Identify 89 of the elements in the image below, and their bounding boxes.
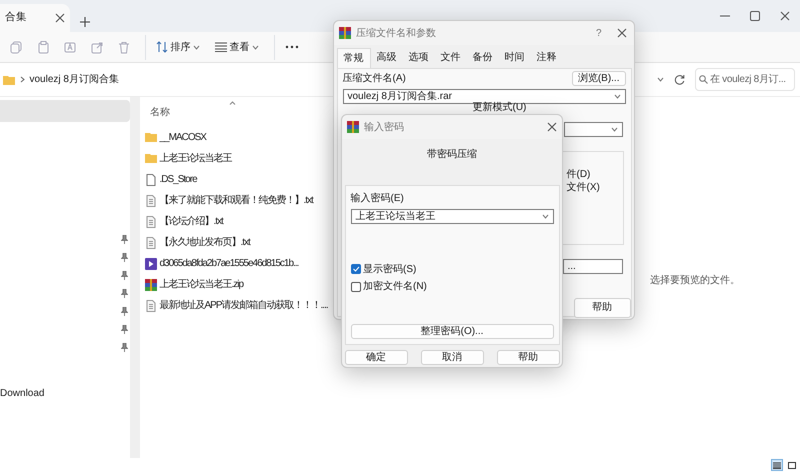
- dialog-tab[interactable]: 时间: [498, 48, 530, 68]
- close-icon[interactable]: [780, 11, 790, 21]
- search-field[interactable]: 在 voulezj 8月订...: [695, 68, 795, 91]
- caret-icon: [252, 44, 259, 50]
- checkbox[interactable]: 显示密码(S): [350, 262, 554, 276]
- dialog-button[interactable]: 帮助: [496, 350, 560, 365]
- preview-message: 选择要预览的文件。: [650, 274, 740, 288]
- password-combo[interactable]: 上老王论坛当老王: [350, 208, 554, 224]
- pin-icon[interactable]: [120, 271, 128, 280]
- field-label: 输入密码(E): [350, 192, 405, 206]
- dialog-tab[interactable]: 常规: [336, 48, 370, 68]
- dialog-tab[interactable]: 注释: [530, 48, 562, 68]
- column-header[interactable]: 名称: [150, 104, 170, 120]
- search-icon: [698, 75, 708, 84]
- dialog-tab[interactable]: 选项: [402, 48, 434, 68]
- file-name[interactable]: 最新地址及APP请发邮箱自动获取！！！....: [160, 298, 328, 313]
- help-button[interactable]: 帮助: [574, 298, 630, 318]
- text-file-icon: [145, 300, 157, 312]
- file-name[interactable]: .DS_Store: [160, 172, 197, 187]
- caret-icon: [614, 94, 620, 98]
- more-icon[interactable]: [285, 45, 299, 49]
- file-name[interactable]: d3065da8fda2b7ae1555e46d815c1b...: [160, 256, 298, 271]
- chevron-icon: [20, 76, 24, 83]
- chevron-down-icon[interactable]: [657, 77, 664, 82]
- dialog-heading: 带密码压缩: [426, 148, 478, 162]
- folder-icon: [145, 132, 157, 144]
- checkbox-label[interactable]: 文件(X): [566, 180, 600, 194]
- address-path[interactable]: voulezj 8月订阅合集: [30, 72, 119, 87]
- close-icon[interactable]: [616, 28, 626, 38]
- file-icon: [145, 174, 157, 186]
- file-name[interactable]: 上老王论坛当老王.zip: [160, 277, 244, 292]
- sort-label: 排序: [170, 40, 190, 54]
- text-file-icon: [145, 194, 157, 206]
- field-label: 压缩文件名(A): [342, 72, 406, 86]
- close-icon[interactable]: [55, 13, 65, 23]
- dialog-button[interactable]: 取消: [420, 350, 484, 365]
- caret-icon: [610, 126, 618, 132]
- help-button[interactable]: ?: [596, 26, 602, 40]
- sort-icon: [156, 41, 168, 53]
- caret-icon: [542, 214, 548, 218]
- view-label: 查看: [230, 40, 250, 54]
- video-file-icon: [145, 258, 157, 270]
- file-name[interactable]: 【永久地址发布页】.txt: [160, 235, 250, 250]
- refresh-icon[interactable]: [674, 74, 685, 85]
- maximize-icon[interactable]: [750, 11, 760, 21]
- archive-icon: [347, 121, 359, 133]
- new-tab-icon[interactable]: [80, 17, 90, 27]
- file-name[interactable]: 上老王论坛当老王: [160, 151, 232, 166]
- list-icon: [215, 42, 227, 52]
- text-file-icon: [145, 236, 157, 248]
- dialog-title: 输入密码: [364, 120, 405, 134]
- view-button[interactable]: 查看: [215, 40, 259, 54]
- field-label: 更新模式(U): [472, 102, 526, 112]
- caret-icon: [193, 44, 200, 50]
- pin-icon[interactable]: [120, 325, 128, 334]
- dialog-title: 压缩文件名和参数: [356, 26, 437, 40]
- archive-icon: [145, 278, 157, 290]
- file-name[interactable]: __MACOSX: [160, 130, 206, 145]
- file-name[interactable]: 【来了就能下载和观看！纯免费！】.txt: [160, 193, 313, 208]
- archive-icon: [339, 27, 351, 39]
- update-mode-combo[interactable]: [564, 122, 622, 136]
- text-file-icon: [145, 216, 157, 228]
- pin-icon[interactable]: [120, 289, 128, 298]
- dialog-tab[interactable]: 文件: [434, 48, 466, 68]
- organize-button[interactable]: 整理密码(O)...: [350, 324, 554, 339]
- pin-icon[interactable]: [120, 253, 128, 262]
- sidebar-item[interactable]: Download: [0, 386, 44, 401]
- sort-up-icon[interactable]: [229, 101, 236, 105]
- sort-button[interactable]: 排序: [156, 40, 200, 54]
- path-field[interactable]: ...: [562, 258, 622, 274]
- pin-icon[interactable]: [120, 307, 128, 316]
- tiles-view-button[interactable]: [786, 459, 798, 471]
- checkbox[interactable]: 加密文件名(N): [350, 279, 554, 294]
- tab-title: 合集: [5, 10, 27, 26]
- checkmark-icon: [352, 265, 360, 273]
- scrollbar[interactable]: [130, 97, 140, 458]
- folder-icon: [2, 74, 14, 84]
- file-name[interactable]: 【论坛介绍】.txt: [160, 214, 223, 229]
- dialog-button[interactable]: 确定: [344, 350, 408, 365]
- dialog-tab[interactable]: 备份: [466, 48, 498, 68]
- dialog-tab[interactable]: 高级: [370, 48, 402, 68]
- pin-icon[interactable]: [120, 343, 128, 352]
- folder-icon: [145, 152, 157, 164]
- browse-button[interactable]: 浏览(B)...: [572, 71, 626, 86]
- close-icon[interactable]: [547, 122, 557, 132]
- pin-icon[interactable]: [120, 235, 128, 244]
- browser-tab[interactable]: 合集: [0, 4, 70, 32]
- checkbox-label[interactable]: 件(D): [566, 166, 590, 182]
- details-view-button[interactable]: [771, 459, 783, 471]
